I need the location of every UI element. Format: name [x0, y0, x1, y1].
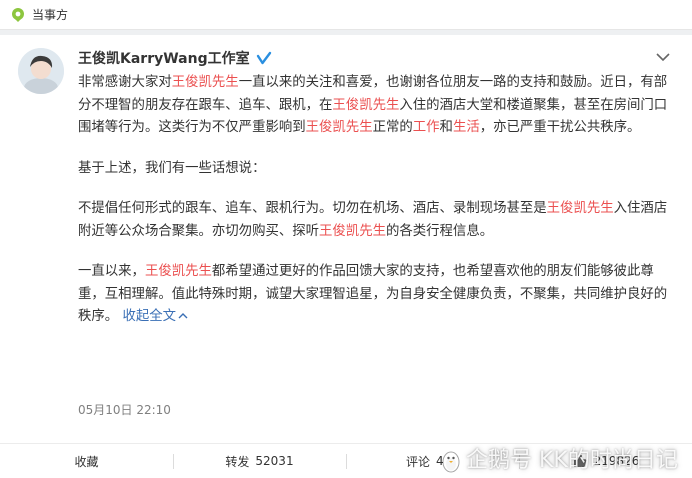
paragraph-4: 一直以来，王俊凯先生都希望通过更好的作品回馈大家的支持，也希望喜欢他的朋友们能够… [78, 264, 668, 324]
action-bar: 收藏 转发 52031 评论 466 219826 [0, 443, 692, 478]
favorite-button[interactable]: 收藏 [0, 444, 173, 478]
page-title: 当事方 [32, 8, 69, 22]
mention-highlight[interactable]: 王俊凯先生 [547, 201, 614, 216]
top-bar: 当事方 [0, 0, 692, 30]
like-button[interactable]: 219826 [519, 444, 692, 478]
repost-button[interactable]: 转发 52031 [173, 444, 346, 478]
thumbs-up-icon [573, 454, 586, 467]
mention-highlight[interactable]: 王俊凯先生 [332, 98, 399, 113]
paragraph-1: 非常感谢大家对王俊凯先生一直以来的关注和喜爱，也谢谢各位朋友一路的支持和鼓励。近… [78, 75, 668, 135]
comment-button[interactable]: 评论 466 [346, 444, 519, 478]
post-header: 王俊凯KarryWang工作室 [78, 48, 272, 68]
avatar[interactable] [18, 48, 64, 94]
repost-label: 转发 [225, 454, 250, 469]
paragraph-2: 基于上述，我们有一些话想说： [78, 160, 266, 176]
mention-highlight[interactable]: 王俊凯先生 [319, 224, 386, 239]
mention-highlight[interactable]: 王俊凯先生 [306, 120, 373, 135]
chevron-down-icon[interactable] [656, 52, 670, 62]
like-count: 219826 [593, 454, 640, 468]
collapse-text-link[interactable]: 收起全文 [122, 309, 188, 324]
post-timestamp[interactable]: 05月10日 22:10 [78, 401, 171, 418]
paragraph-3: 不提倡任何形式的跟车、追车、跟机行为。切勿在机场、酒店、录制现场甚至是王俊凯先生… [78, 201, 668, 239]
mention-highlight[interactable]: 王俊凯先生 [145, 264, 212, 279]
comment-label: 评论 [406, 454, 431, 469]
keyword-highlight[interactable]: 生活 [453, 120, 480, 135]
author-name[interactable]: 王俊凯KarryWang工作室 [78, 48, 250, 68]
avatar-image [18, 48, 64, 94]
keyword-highlight[interactable]: 工作 [413, 120, 440, 135]
post-content: 非常感谢大家对王俊凯先生一直以来的关注和喜爱，也谢谢各位朋友一路的支持和鼓励。近… [78, 72, 670, 329]
favorite-label: 收藏 [74, 454, 99, 469]
comment-count: 466 [436, 454, 459, 468]
mention-highlight[interactable]: 王俊凯先生 [172, 75, 239, 90]
verified-badge-icon [256, 50, 272, 66]
location-pin-icon [12, 7, 24, 22]
repost-count: 52031 [255, 454, 294, 468]
caret-up-icon [178, 313, 188, 319]
